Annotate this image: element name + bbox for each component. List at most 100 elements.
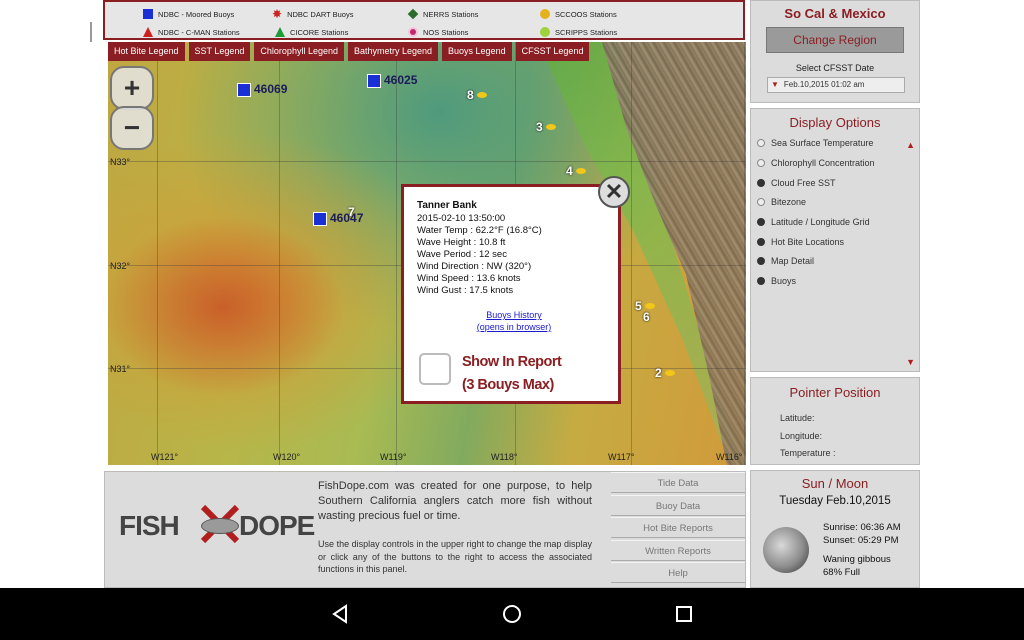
- hot-bite-number[interactable]: 6: [643, 310, 650, 324]
- hot-bite-number[interactable]: 5: [635, 299, 642, 313]
- hot-bite-number[interactable]: 4: [566, 164, 573, 178]
- tide-data-button[interactable]: Tide Data: [611, 472, 745, 493]
- legend-label: NOS Stations: [423, 27, 469, 37]
- android-navigation-bar: [0, 588, 1024, 640]
- buoys-history-link[interactable]: Buoys History: [459, 310, 569, 320]
- tab-chlorophyll-legend[interactable]: Chlorophyll Legend: [254, 42, 344, 61]
- station-name: Tanner Bank: [417, 200, 477, 211]
- option-label: Latitude / Longitude Grid: [771, 217, 870, 227]
- hot-bite-reports-button[interactable]: Hot Bite Reports: [611, 517, 745, 538]
- cfsst-date-value: Feb.10,2015 01:02 am: [783, 80, 865, 89]
- buoy-marker[interactable]: [313, 212, 327, 226]
- home-icon[interactable]: [501, 603, 523, 625]
- legend-label: SCRIPPS Stations: [555, 27, 618, 37]
- red-star-icon: ✸: [272, 7, 283, 21]
- info-panel: FISH DOPE FishDope.com was created for o…: [104, 471, 746, 588]
- tab-buoys-legend[interactable]: Buoys Legend: [442, 42, 512, 61]
- buoy-label: 46069: [254, 82, 288, 96]
- lat-gridline: [108, 161, 746, 162]
- legend-label: NERRS Stations: [423, 9, 479, 19]
- option-cloud-free-sst[interactable]: Cloud Free SST: [757, 178, 836, 188]
- back-icon[interactable]: [329, 603, 351, 625]
- pink-circle-icon: [408, 27, 418, 37]
- lon-gridline: [396, 42, 397, 465]
- option-map-detail[interactable]: Map Detail: [757, 256, 814, 266]
- moon-phase-image: [763, 527, 809, 573]
- radio-icon[interactable]: [757, 257, 765, 265]
- radio-icon[interactable]: [757, 139, 765, 147]
- option-label: Hot Bite Locations: [771, 237, 845, 247]
- yellow-circle-icon: [540, 9, 550, 19]
- wave-period: Wave Period : 12 sec: [417, 249, 507, 260]
- radio-icon[interactable]: [757, 218, 765, 226]
- option-label: Cloud Free SST: [771, 178, 836, 188]
- lon-gridline: [631, 42, 632, 465]
- change-region-button[interactable]: Change Region: [766, 27, 904, 53]
- tab-cfsst-legend[interactable]: CFSST Legend: [515, 42, 590, 61]
- dropdown-arrow-icon: ▼: [771, 80, 779, 89]
- recents-icon[interactable]: [673, 603, 695, 625]
- written-reports-button[interactable]: Written Reports: [611, 540, 745, 561]
- buoy-label: 46047: [330, 211, 364, 225]
- option-bitezone[interactable]: Bitezone: [757, 197, 806, 207]
- moon-illumination: 68% Full: [823, 567, 860, 578]
- hot-bite-number[interactable]: 3: [536, 120, 543, 134]
- legend-label: SCCOOS Stations: [555, 9, 617, 19]
- hot-bite-number[interactable]: 2: [655, 366, 662, 380]
- zoom-out-button[interactable]: −: [110, 106, 154, 150]
- radio-icon[interactable]: [757, 179, 765, 187]
- water-temp: Water Temp : 62.2°F (16.8°C): [417, 225, 542, 236]
- red-triangle-icon: [143, 27, 153, 37]
- option-lat-long-grid[interactable]: Latitude / Longitude Grid: [757, 217, 870, 227]
- show-in-report-checkbox[interactable]: [419, 353, 451, 385]
- pointer-longitude: Longitude:: [780, 431, 823, 441]
- pointer-position-panel: Pointer Position Latitude: Longitude: Te…: [750, 377, 920, 465]
- buoy-label: 46025: [384, 73, 418, 87]
- lon-label: W116°: [716, 452, 743, 462]
- buoy-marker[interactable]: [237, 83, 251, 97]
- wave-height: Wave Height : 10.8 ft: [417, 237, 506, 248]
- close-popup-button[interactable]: ✕: [598, 176, 630, 208]
- cfsst-date-label: Select CFSST Date: [795, 63, 875, 73]
- legend-label: NDBC - C-MAN Stations: [158, 27, 240, 37]
- legend-item: CICORE Stations: [275, 27, 348, 37]
- scroll-down-icon[interactable]: ▼: [906, 357, 915, 367]
- tab-sst-legend[interactable]: SST Legend: [188, 42, 251, 61]
- radio-icon[interactable]: [757, 277, 765, 285]
- lon-label: W119°: [380, 452, 407, 462]
- legend-item: NDBC - Moored Buoys: [143, 9, 234, 19]
- cfsst-date-select[interactable]: ▼ Feb.10,2015 01:02 am: [767, 77, 905, 93]
- fish-logo-icon: [197, 502, 241, 546]
- tab-bathymetry-legend[interactable]: Bathymetry Legend: [347, 42, 439, 61]
- observation-time: 2015-02-10 13:50:00: [417, 213, 506, 224]
- site-description: FishDope.com was created for one purpose…: [318, 480, 592, 522]
- help-button[interactable]: Help: [611, 562, 745, 583]
- radio-icon[interactable]: [757, 238, 765, 246]
- radio-icon[interactable]: [757, 198, 765, 206]
- option-label: Chlorophyll Concentration: [771, 158, 875, 168]
- legend-item: SCCOOS Stations: [540, 9, 617, 19]
- sunrise-time: Sunrise: 06:36 AM: [823, 522, 901, 533]
- buoy-marker[interactable]: [367, 74, 381, 88]
- option-hot-bite-locations[interactable]: Hot Bite Locations: [757, 237, 844, 247]
- legend-label: NDBC DART Buoys: [287, 9, 354, 19]
- buoy-data-button[interactable]: Buoy Data: [611, 495, 745, 516]
- option-label: Bitezone: [771, 197, 807, 207]
- tab-hot-bite-legend[interactable]: Hot Bite Legend: [108, 42, 185, 61]
- report-limit-label: (3 Bouys Max): [462, 377, 554, 393]
- hot-bite-number[interactable]: 7: [348, 205, 355, 219]
- option-buoys[interactable]: Buoys: [757, 276, 796, 286]
- zoom-in-button[interactable]: +: [110, 66, 154, 110]
- scroll-up-icon[interactable]: ▲: [906, 140, 915, 150]
- radio-icon[interactable]: [757, 159, 765, 167]
- logo-text-right: DOPE: [239, 510, 315, 541]
- region-title: So Cal & Mexico: [784, 6, 886, 21]
- hot-bite-number[interactable]: 8: [467, 88, 474, 102]
- display-options-panel: Display Options Sea Surface Temperature …: [750, 108, 920, 372]
- buoys-history-note[interactable]: (opens in browser): [459, 322, 569, 332]
- option-label: Map Detail: [771, 256, 815, 266]
- option-sea-surface-temperature[interactable]: Sea Surface Temperature: [757, 138, 873, 148]
- option-chlorophyll[interactable]: Chlorophyll Concentration: [757, 158, 875, 168]
- lon-gridline: [744, 42, 745, 465]
- pointer-latitude: Latitude:: [780, 413, 815, 423]
